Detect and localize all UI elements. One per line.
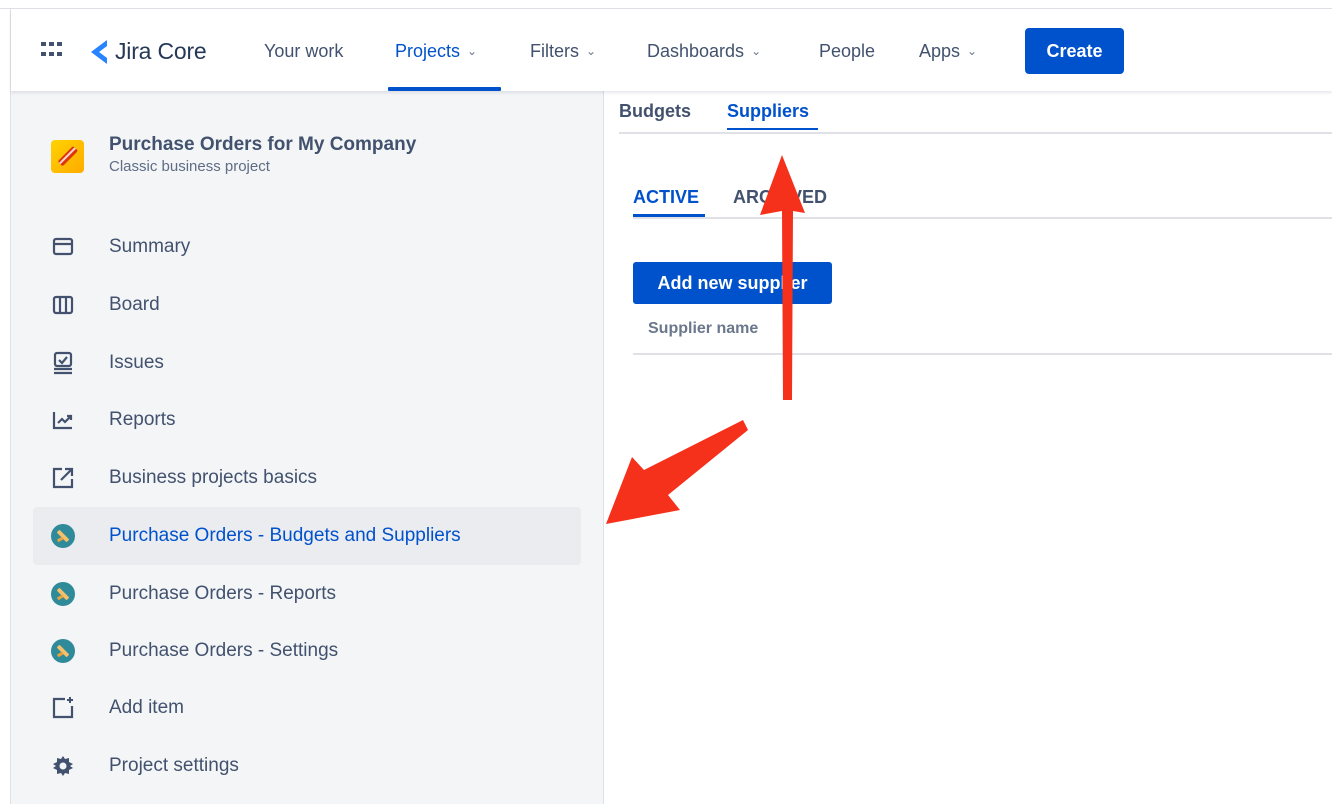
project-name[interactable]: Purchase Orders for My Company xyxy=(109,134,416,156)
sidebar-item-board[interactable]: Board xyxy=(33,276,581,334)
sidebar-item-label: Reports xyxy=(109,409,176,430)
main-tabs: Budgets Suppliers xyxy=(619,98,1332,134)
supplier-status-tabs: ACTIVE ARCHIVED xyxy=(633,183,1332,219)
nav-label: Apps xyxy=(919,41,961,61)
tab-budgets[interactable]: Budgets xyxy=(619,101,691,122)
sidebar-item-summary[interactable]: Summary xyxy=(33,218,581,276)
subtab-archived[interactable]: ARCHIVED xyxy=(733,187,827,208)
active-nav-indicator xyxy=(388,87,501,91)
project-sidebar: Purchase Orders for My Company Classic b… xyxy=(11,91,604,804)
sidebar-item-add-item[interactable]: Add item xyxy=(33,679,581,737)
app-switcher-icon[interactable] xyxy=(41,42,62,58)
sidebar-item-po-settings[interactable]: Purchase Orders - Settings xyxy=(33,622,581,680)
nav-projects[interactable]: Projects ⌄ xyxy=(395,41,477,62)
sidebar-item-label: Business projects basics xyxy=(109,467,318,488)
create-button[interactable]: Create xyxy=(1025,28,1124,74)
sidebar-item-business-projects-basics[interactable]: Business projects basics xyxy=(33,449,581,507)
sidebar-item-po-reports[interactable]: Purchase Orders - Reports xyxy=(33,565,581,623)
app-icon xyxy=(51,639,75,663)
chevron-down-icon: ⌄ xyxy=(467,44,478,58)
board-icon xyxy=(52,295,74,315)
nav-label: People xyxy=(819,41,876,61)
top-navigation: Jira Core Your work Projects ⌄ Filters ⌄ D… xyxy=(11,9,1332,91)
sidebar-item-label: Board xyxy=(109,294,160,315)
annotation-arrow-down-left xyxy=(606,420,748,524)
nav-label: Your work xyxy=(264,41,344,61)
active-subtab-indicator xyxy=(633,214,705,217)
active-tab-indicator xyxy=(727,128,818,130)
sidebar-item-issues[interactable]: Issues xyxy=(33,334,581,392)
sidebar-item-project-settings[interactable]: Project settings xyxy=(33,737,581,795)
chevron-down-icon: ⌄ xyxy=(751,44,762,58)
sidebar-item-label: Purchase Orders - Budgets and Suppliers xyxy=(109,525,461,546)
project-avatar[interactable] xyxy=(51,140,84,173)
subtab-active[interactable]: ACTIVE xyxy=(633,187,699,208)
sidebar-item-label: Issues xyxy=(109,352,164,373)
project-type: Classic business project xyxy=(109,158,270,175)
nav-apps[interactable]: Apps ⌄ xyxy=(919,41,977,62)
sidebar-item-label: Add item xyxy=(109,697,184,718)
nav-people[interactable]: People xyxy=(819,41,875,62)
nav-label: Projects xyxy=(395,41,461,61)
sidebar-item-budgets-and-suppliers[interactable]: Purchase Orders - Budgets and Suppliers xyxy=(33,507,581,565)
nav-your-work[interactable]: Your work xyxy=(264,41,343,62)
sidebar-item-reports[interactable]: Reports xyxy=(33,391,581,449)
pencil-icon xyxy=(58,146,78,166)
add-new-supplier-button[interactable]: Add new supplier xyxy=(633,262,832,304)
sidebar-item-label: Purchase Orders - Settings xyxy=(109,640,339,661)
nav-label: Dashboards xyxy=(647,41,745,61)
sidebar-item-label: Project settings xyxy=(109,755,239,776)
nav-label: Filters xyxy=(530,41,579,61)
summary-icon xyxy=(52,237,74,256)
app-icon xyxy=(51,524,75,548)
add-item-icon xyxy=(52,697,74,719)
tab-suppliers[interactable]: Suppliers xyxy=(727,101,809,122)
table-header-divider xyxy=(633,353,1332,355)
issues-icon xyxy=(53,351,73,375)
nav-dashboards[interactable]: Dashboards ⌄ xyxy=(647,41,761,62)
app-icon xyxy=(51,582,75,606)
chevron-down-icon: ⌄ xyxy=(967,44,978,58)
sidebar-item-label: Purchase Orders - Reports xyxy=(109,583,337,604)
external-link-icon xyxy=(52,467,74,489)
nav-filters[interactable]: Filters ⌄ xyxy=(530,41,596,62)
gear-icon xyxy=(53,756,73,776)
reports-icon xyxy=(52,412,73,430)
column-header-supplier-name[interactable]: Supplier name xyxy=(648,320,758,338)
jira-logo-icon[interactable] xyxy=(87,39,115,65)
product-name[interactable]: Jira Core xyxy=(115,38,207,65)
chevron-down-icon: ⌄ xyxy=(586,44,597,58)
sidebar-item-label: Summary xyxy=(109,236,191,257)
